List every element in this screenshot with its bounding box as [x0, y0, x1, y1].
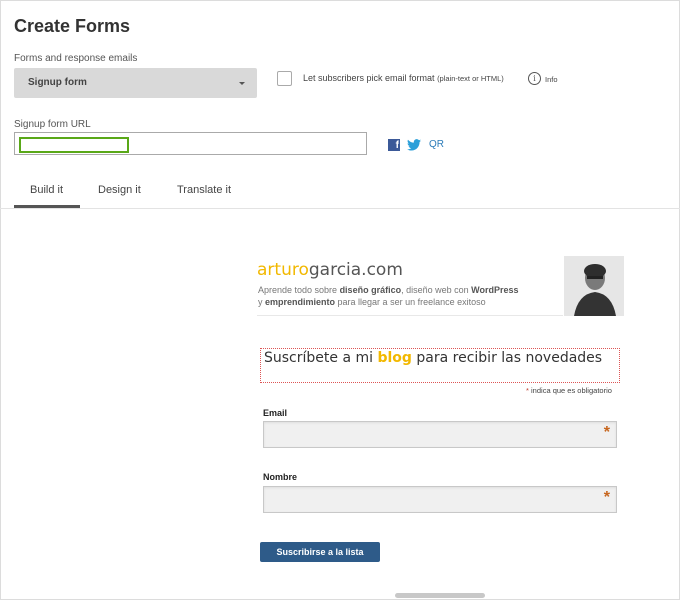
- active-tab-indicator: [14, 205, 80, 208]
- subscribe-button[interactable]: Suscribirse a la lista: [260, 542, 380, 562]
- tab-build-it[interactable]: Build it: [30, 184, 63, 196]
- twitter-icon[interactable]: [407, 139, 421, 151]
- author-photo: [564, 256, 624, 316]
- page-title: Create Forms: [14, 16, 131, 36]
- tab-translate-it[interactable]: Translate it: [177, 184, 231, 196]
- form-heading: Suscríbete a mi blog para recibir las no…: [260, 348, 620, 383]
- blog-tagline: Aprende todo sobre diseño gráfico, diseñ…: [258, 285, 519, 307]
- header-divider: [257, 315, 563, 316]
- required-note: * indica que es obligatorio: [526, 386, 612, 395]
- email-label: Email: [263, 408, 288, 418]
- name-input[interactable]: *: [263, 486, 617, 513]
- facebook-icon[interactable]: f: [388, 139, 400, 151]
- blog-logo: arturogarcia.com: [257, 260, 403, 280]
- info-icon[interactable]: i: [528, 72, 541, 85]
- info-link[interactable]: Info: [545, 75, 558, 84]
- email-format-label: Let subscribers pick email format (plain…: [303, 73, 504, 83]
- chevron-down-icon: [239, 82, 245, 85]
- form-select[interactable]: Signup form: [14, 68, 257, 98]
- required-marker: *: [603, 424, 610, 441]
- signup-url-label: Signup form URL: [14, 119, 91, 130]
- qr-link[interactable]: QR: [429, 139, 444, 150]
- signup-url-highlight: [19, 137, 129, 153]
- required-marker: *: [603, 489, 610, 506]
- email-format-text: Let subscribers pick email format: [303, 73, 435, 83]
- scrollbar-handle[interactable]: [395, 593, 485, 598]
- forms-label: Forms and response emails: [14, 53, 138, 64]
- email-input[interactable]: *: [263, 421, 617, 448]
- name-label: Nombre: [263, 472, 298, 482]
- form-select-value: Signup form: [28, 77, 87, 88]
- tab-bar: Build it Design it Translate it: [0, 176, 680, 209]
- email-format-checkbox[interactable]: [277, 71, 292, 86]
- email-format-hint: (plain-text or HTML): [437, 74, 504, 83]
- signup-url-field[interactable]: [14, 132, 367, 155]
- tab-design-it[interactable]: Design it: [98, 184, 141, 196]
